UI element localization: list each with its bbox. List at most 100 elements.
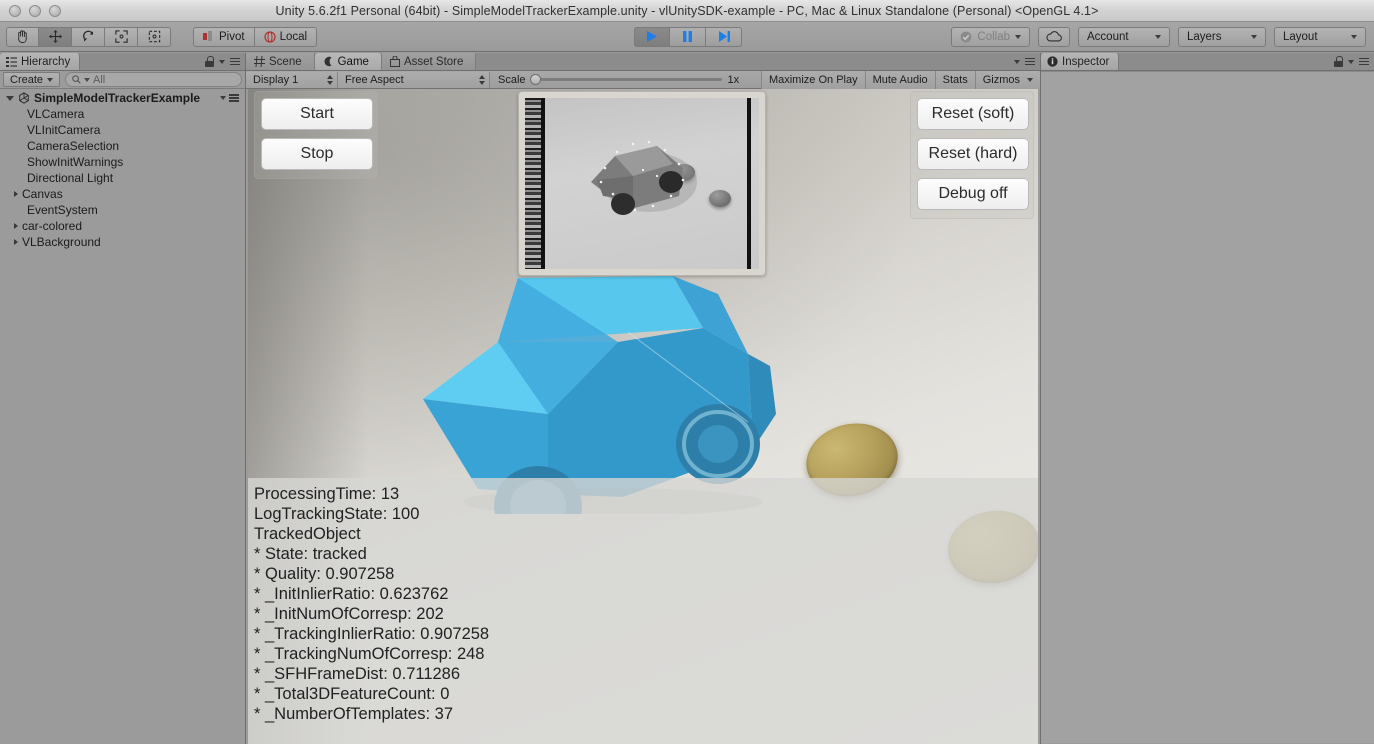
search-placeholder: All: [93, 73, 106, 86]
debug-tracked-car: [587, 124, 703, 224]
maximize-on-play-toggle[interactable]: Maximize On Play: [760, 70, 865, 89]
layers-label: Layers: [1187, 30, 1222, 43]
start-button[interactable]: Start: [261, 98, 373, 130]
hierarchy-item-label: EventSystem: [27, 203, 98, 217]
debug-log-line: TrackedObject: [254, 525, 361, 543]
tab-scene[interactable]: Scene: [246, 53, 315, 70]
panel-menu-icon[interactable]: [230, 57, 240, 66]
scale-tool-icon[interactable]: [105, 26, 138, 47]
chevron-down-icon: [1027, 77, 1033, 82]
inspector-tab-label: Inspector: [1062, 55, 1110, 68]
lock-icon[interactable]: [205, 56, 214, 67]
tab-hierarchy[interactable]: Hierarchy: [0, 53, 81, 70]
local-toggle[interactable]: Local: [254, 26, 318, 47]
hierarchy-item-car-colored[interactable]: car-colored: [0, 218, 245, 234]
create-button[interactable]: Create: [3, 72, 61, 87]
rotate-tool-icon[interactable]: [72, 26, 105, 47]
tab-game[interactable]: Game: [314, 53, 382, 70]
panel-menu-icon[interactable]: [1025, 57, 1035, 66]
hierarchy-item-vlcamera[interactable]: VLCamera: [0, 106, 245, 122]
display-label: Display 1: [253, 73, 299, 86]
debug-log-line: ProcessingTime: 13: [254, 485, 400, 503]
stop-button[interactable]: Stop: [261, 138, 373, 170]
search-input[interactable]: All: [65, 72, 242, 87]
chevron-down-icon: [219, 59, 225, 64]
gamepad-icon: [324, 56, 332, 67]
account-dropdown[interactable]: Account: [1078, 26, 1170, 47]
chevron-down-icon: [1155, 34, 1161, 39]
debug-log-line: LogTrackingState: 100: [254, 505, 420, 523]
toolbar-right-group: Collab Account Layers Layout: [951, 26, 1366, 47]
search-filter-caret-icon: [84, 77, 91, 82]
layout-dropdown[interactable]: Layout: [1274, 26, 1366, 47]
debug-log-line: * _InitInlierRatio: 0.623762: [254, 585, 449, 603]
pivot-controls: Pivot Local: [193, 26, 318, 47]
hierarchy-item-eventsystem[interactable]: EventSystem: [0, 202, 245, 218]
hierarchy-item-label: VLCamera: [27, 107, 85, 121]
hierarchy-item-directional-light[interactable]: Directional Light: [0, 170, 245, 186]
collab-button[interactable]: Collab: [951, 26, 1030, 47]
gizmos-label: Gizmos: [982, 73, 1020, 86]
tab-asset-store[interactable]: Asset Store: [381, 53, 477, 70]
chevron-down-icon: [1015, 34, 1021, 39]
hierarchy-list: SimpleModelTrackerExample VLCamera VLInit…: [0, 89, 245, 250]
main-toolbar: Pivot Local Collab Account Layers Layout: [0, 22, 1374, 52]
reset-soft-button[interactable]: Reset (soft): [917, 98, 1029, 130]
step-button[interactable]: [706, 26, 742, 47]
debug-black-bar: [541, 98, 545, 269]
cloud-button[interactable]: [1038, 26, 1070, 47]
mute-label: Mute Audio: [872, 73, 928, 86]
chevron-right-icon[interactable]: [14, 239, 18, 245]
pause-button[interactable]: [670, 26, 706, 47]
hierarchy-item-canvas[interactable]: Canvas: [0, 186, 245, 202]
layout-label: Layout: [1283, 30, 1318, 43]
hierarchy-item-cameraselection[interactable]: CameraSelection: [0, 138, 245, 154]
tab-inspector[interactable]: Inspector: [1041, 53, 1120, 70]
chevron-down-icon[interactable]: [6, 95, 14, 101]
hierarchy-item-label: VLInitCamera: [27, 123, 101, 137]
chevron-right-icon[interactable]: [14, 191, 18, 197]
debug-log-line: * _SFHFrameDist: 0.711286: [254, 665, 461, 683]
unity-logo-icon: [19, 92, 29, 104]
aspect-dropdown[interactable]: Free Aspect: [338, 71, 490, 88]
tab-game-label: Game: [337, 55, 369, 68]
layers-dropdown[interactable]: Layers: [1178, 26, 1266, 47]
debug-black-bar: [747, 98, 751, 269]
debug-camera-inset: [518, 91, 766, 276]
game-render-area[interactable]: Start Stop Reset (soft) Reset (hard) Deb…: [248, 89, 1038, 744]
reset-hard-button[interactable]: Reset (hard): [917, 138, 1029, 170]
play-button[interactable]: [634, 26, 670, 47]
move-tool-icon[interactable]: [39, 26, 72, 47]
hierarchy-item-label: car-colored: [22, 219, 83, 233]
window-title: Unity 5.6.2f1 Personal (64bit) - SimpleM…: [275, 3, 1099, 18]
debug-log-line: * _TrackingNumOfCorresp: 248: [254, 645, 485, 663]
debug-log-line: * _InitNumOfCorresp: 202: [254, 605, 444, 623]
stats-toggle[interactable]: Stats: [934, 70, 975, 89]
scale-slider-group[interactable]: Scale 1x: [490, 74, 747, 86]
pivot-toggle[interactable]: Pivot: [193, 26, 255, 47]
debug-barcode-strip: [525, 98, 541, 269]
transform-tools: [6, 26, 171, 47]
debug-off-button[interactable]: Debug off: [917, 178, 1029, 210]
hierarchy-item-label: ShowInitWarnings: [27, 155, 124, 169]
gizmos-dropdown[interactable]: Gizmos: [974, 70, 1040, 89]
hierarchy-item-vlbackground[interactable]: VLBackground: [0, 234, 245, 250]
chevron-right-icon[interactable]: [14, 223, 18, 229]
game-view-toolbar: Display 1 Free Aspect Scale 1x Maximize …: [246, 70, 1040, 89]
scale-slider-handle[interactable]: [529, 74, 541, 85]
debug-log-line: * State: tracked: [254, 545, 367, 563]
scene-menu-icon[interactable]: [229, 94, 239, 102]
lock-icon[interactable]: [1334, 56, 1343, 67]
scale-slider[interactable]: [529, 74, 722, 85]
display-dropdown[interactable]: Display 1: [246, 71, 338, 88]
hierarchy-item-showinitwarnings[interactable]: ShowInitWarnings: [0, 154, 245, 170]
hierarchy-item-vlinitcamera[interactable]: VLInitCamera: [0, 122, 245, 138]
scene-root-row[interactable]: SimpleModelTrackerExample: [0, 90, 245, 106]
stats-label: Stats: [942, 73, 968, 86]
mute-audio-toggle[interactable]: Mute Audio: [864, 70, 935, 89]
panel-menu-icon[interactable]: [1359, 57, 1369, 66]
inspector-panel: Inspector: [1040, 53, 1374, 744]
hand-tool-icon[interactable]: [6, 26, 39, 47]
account-label: Account: [1087, 30, 1129, 43]
rect-tool-icon[interactable]: [138, 26, 171, 47]
